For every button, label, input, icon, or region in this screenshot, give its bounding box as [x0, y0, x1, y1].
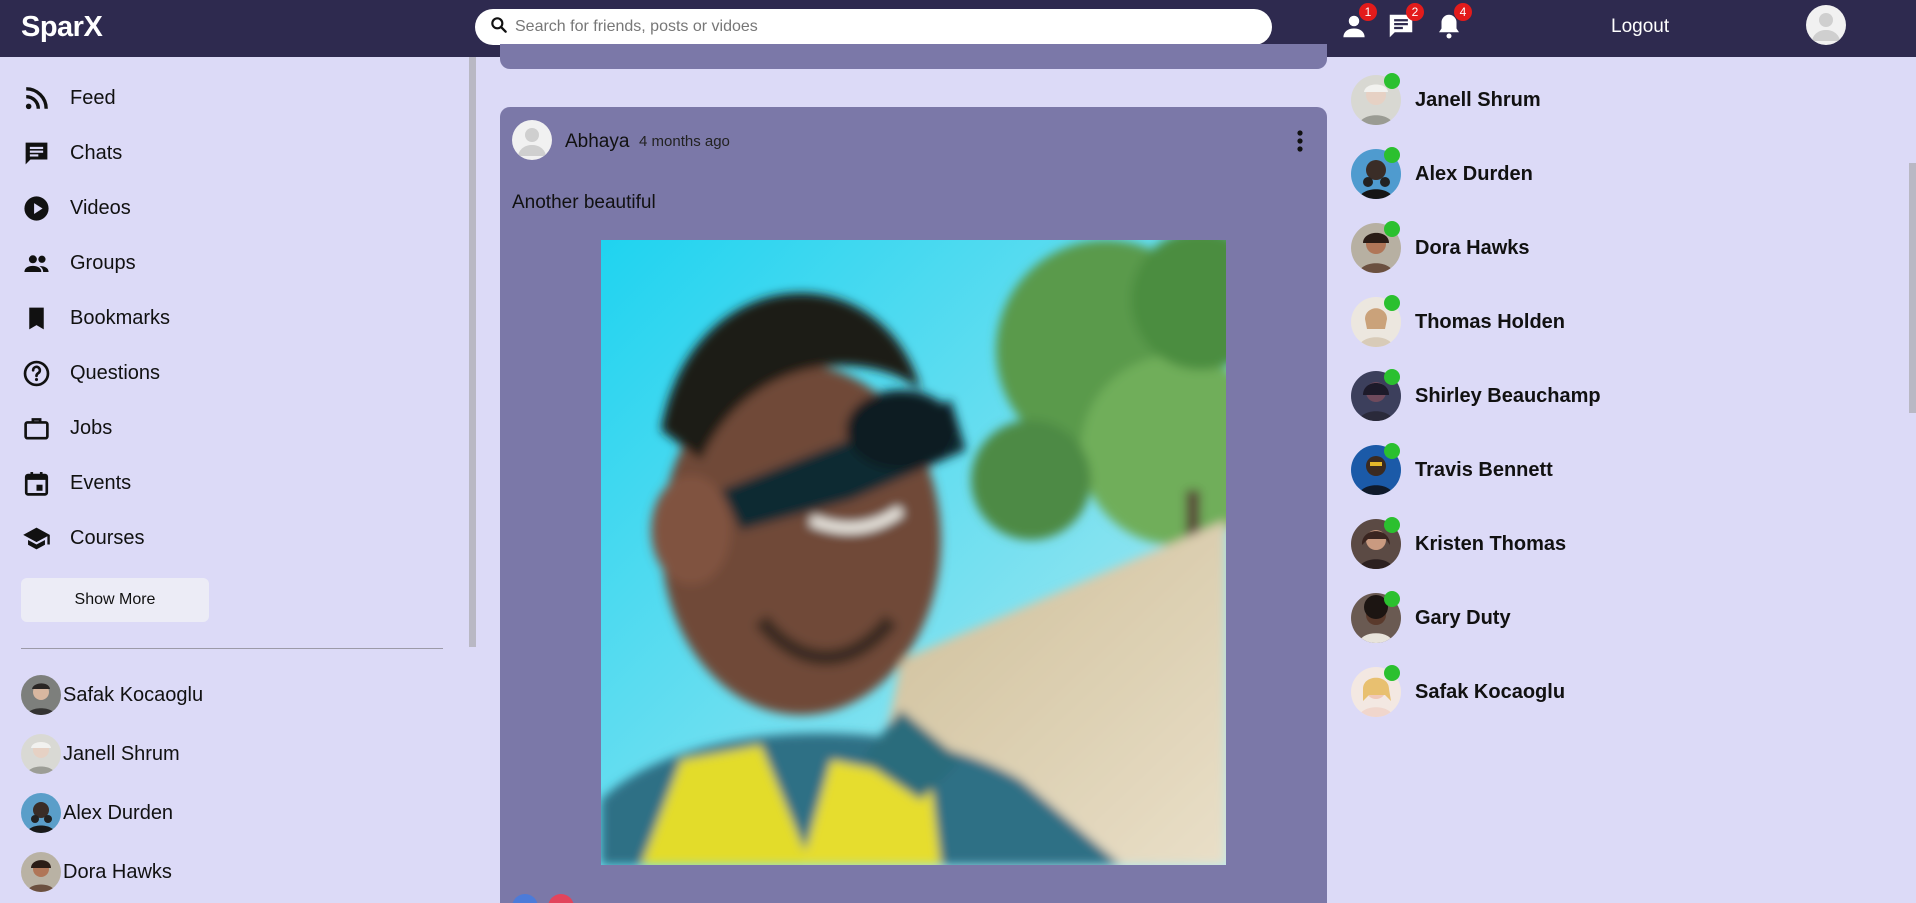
online-friend-item[interactable]: Alex Durden: [1351, 146, 1533, 202]
online-friend-name: Kristen Thomas: [1415, 532, 1567, 555]
online-friend-item[interactable]: Gary Duty: [1351, 590, 1511, 646]
friend-requests-button[interactable]: 1: [1339, 3, 1377, 41]
notifications-badge: 4: [1454, 3, 1472, 21]
online-friend-name: Safak Kocaoglu: [1415, 680, 1566, 703]
sidebar-item-label: Videos: [70, 196, 131, 219]
online-status-icon: [1384, 665, 1400, 681]
online-friend-name: Travis Bennett: [1415, 458, 1553, 481]
friend-list-item[interactable]: Dora Hawks: [21, 851, 172, 893]
help-circle-icon: [21, 358, 51, 388]
sidebar-item-label: Groups: [70, 251, 136, 274]
sidebar-item-questions[interactable]: Questions: [21, 353, 160, 393]
online-friend-name: Shirley Beauchamp: [1415, 384, 1601, 407]
avatar[interactable]: [512, 120, 552, 160]
sidebar-divider: [21, 648, 443, 649]
previous-post-card: [500, 44, 1327, 69]
friend-name: Dora Hawks: [63, 860, 172, 883]
online-friend-item[interactable]: Shirley Beauchamp: [1351, 368, 1601, 424]
avatar: [21, 852, 61, 892]
friend-list-item[interactable]: Janell Shrum: [21, 733, 180, 775]
more-vertical-icon[interactable]: [1290, 127, 1310, 155]
chat-icon: [21, 138, 51, 168]
online-friend-item[interactable]: Dora Hawks: [1351, 220, 1530, 276]
online-friend-item[interactable]: Travis Bennett: [1351, 442, 1553, 498]
calendar-event-icon: [21, 468, 51, 498]
online-friend-item[interactable]: Safak Kocaoglu: [1351, 664, 1565, 720]
messages-button[interactable]: 2: [1386, 3, 1424, 41]
friend-name: Janell Shrum: [63, 742, 180, 765]
post-author-name[interactable]: Abhaya: [565, 131, 629, 153]
online-status-icon: [1384, 369, 1400, 385]
show-more-button[interactable]: Show More: [21, 578, 209, 622]
sidebar-item-label: Chats: [70, 141, 123, 164]
sidebar-item-label: Jobs: [70, 416, 113, 439]
briefcase-icon: [21, 413, 51, 443]
user-avatar-icon[interactable]: [1806, 5, 1846, 45]
sidebar-item-courses[interactable]: Courses: [21, 518, 144, 558]
post-timestamp: 4 months ago: [639, 133, 730, 150]
search-icon: [489, 15, 509, 40]
post-text: Another beautiful: [512, 192, 656, 213]
sidebar-item-videos[interactable]: Videos: [21, 188, 131, 228]
bookmark-icon: [21, 303, 51, 333]
sidebar-item-groups[interactable]: Groups: [21, 243, 136, 283]
sidebar-item-label: Questions: [70, 361, 161, 384]
sidebar-item-label: Courses: [70, 526, 145, 549]
friend-name: Alex Durden: [63, 801, 174, 824]
bell-icon: [1434, 14, 1464, 45]
post-image[interactable]: [601, 240, 1226, 865]
page-scrollbar[interactable]: [1909, 163, 1916, 413]
person-icon: [1339, 15, 1369, 45]
friend-requests-badge: 1: [1359, 3, 1377, 21]
online-status-icon: [1384, 443, 1400, 459]
online-status-icon: [1384, 221, 1400, 237]
sidebar-scrollbar[interactable]: [469, 57, 476, 647]
chat-icon: [1386, 14, 1416, 45]
sidebar-item-jobs[interactable]: Jobs: [21, 408, 112, 448]
online-status-icon: [1384, 73, 1400, 89]
online-friend-item[interactable]: Thomas Holden: [1351, 294, 1565, 350]
online-status-icon: [1384, 147, 1400, 163]
avatar: [21, 793, 61, 833]
friend-name: Safak Kocaoglu: [63, 683, 204, 706]
online-friend-name: Alex Durden: [1415, 162, 1533, 185]
sidebar-item-chats[interactable]: Chats: [21, 133, 122, 173]
online-status-icon: [1384, 517, 1400, 533]
sidebar-item-bookmarks[interactable]: Bookmarks: [21, 298, 170, 338]
online-friend-name: Dora Hawks: [1415, 236, 1530, 259]
avatar: [21, 734, 61, 774]
search-bar[interactable]: [475, 9, 1272, 45]
messages-badge: 2: [1406, 3, 1424, 21]
play-circle-icon: [21, 193, 51, 223]
notifications-button[interactable]: 4: [1434, 3, 1472, 41]
app-logo[interactable]: SparX: [21, 11, 103, 44]
rss-feed-icon: [21, 83, 51, 113]
online-friend-name: Janell Shrum: [1415, 88, 1541, 111]
online-friend-name: Thomas Holden: [1415, 310, 1566, 333]
heart-icon: [548, 894, 574, 903]
left-sidebar: Feed Chats Videos Groups Bookmarks Quest…: [0, 57, 470, 903]
sidebar-item-label: Bookmarks: [70, 306, 171, 329]
sidebar-item-label: Feed: [70, 86, 116, 109]
school-icon: [21, 523, 51, 553]
post-card: Abhaya 4 months ago Another beautiful: [500, 107, 1327, 903]
online-friend-item[interactable]: Janell Shrum: [1351, 72, 1541, 128]
avatar: [21, 675, 61, 715]
logout-button[interactable]: Logout: [1611, 16, 1669, 38]
online-status-icon: [1384, 591, 1400, 607]
online-friend-item[interactable]: Kristen Thomas: [1351, 516, 1566, 572]
group-icon: [21, 248, 51, 278]
friend-list-item[interactable]: Safak Kocaoglu: [21, 674, 203, 716]
online-status-icon: [1384, 295, 1400, 311]
sidebar-item-events[interactable]: Events: [21, 463, 131, 503]
like-icon: [512, 894, 538, 903]
post-reactions[interactable]: [512, 894, 574, 903]
online-friend-name: Gary Duty: [1415, 606, 1511, 629]
sidebar-item-label: Events: [70, 471, 132, 494]
friend-list-item[interactable]: Alex Durden: [21, 792, 173, 834]
search-input[interactable]: [515, 18, 1255, 36]
sidebar-item-feed[interactable]: Feed: [21, 78, 116, 118]
